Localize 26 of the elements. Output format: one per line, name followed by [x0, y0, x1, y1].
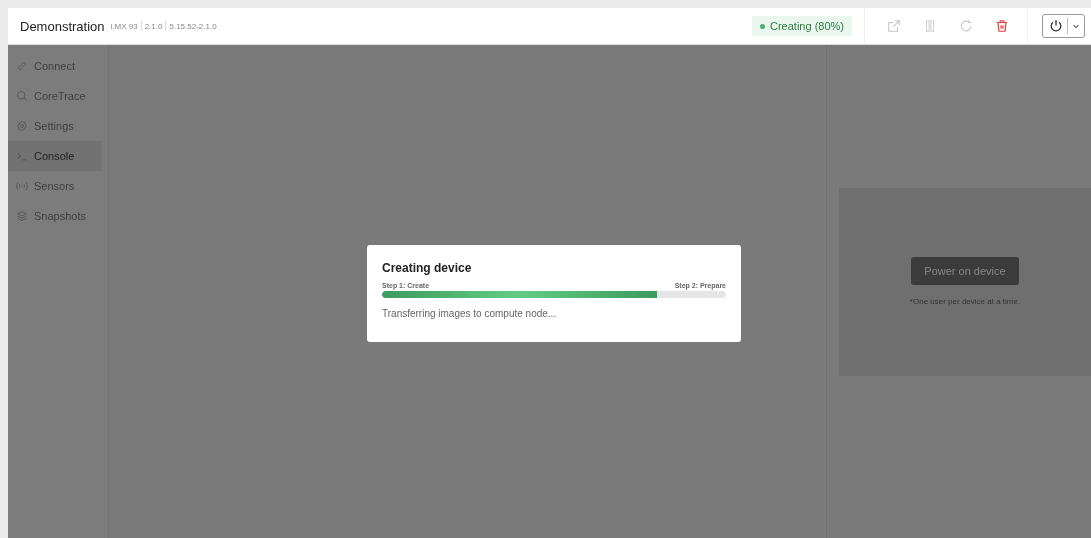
- version-text: 5.15.52-2.1.0: [169, 21, 217, 31]
- caret-icon: [1072, 22, 1080, 30]
- pause-icon[interactable]: [923, 19, 937, 33]
- sidebar-item[interactable]: Snapshots: [8, 201, 102, 231]
- sidebar-item[interactable]: Settings: [8, 111, 102, 141]
- signal-icon: [16, 180, 28, 192]
- stack-icon: [16, 210, 28, 222]
- sidebar-item[interactable]: Sensors: [8, 171, 102, 201]
- progress-message: Transferring images to compute node...: [382, 308, 558, 319]
- power-icon: [1049, 19, 1063, 33]
- version-text: i.MX 93: [110, 21, 138, 31]
- refresh-icon[interactable]: [959, 19, 973, 33]
- version-text: 2.1.0: [144, 21, 163, 31]
- power-split-button[interactable]: [1042, 14, 1085, 38]
- dialog-title: Creating device: [382, 261, 473, 275]
- external-link-icon[interactable]: [887, 19, 901, 33]
- link-icon: [16, 60, 28, 72]
- power-on-button[interactable]: Power on device: [911, 257, 1019, 285]
- status-label: Creating (80%): [770, 20, 844, 32]
- sidebar-item[interactable]: CoreTrace: [8, 81, 102, 111]
- sidebar-item[interactable]: Connect: [8, 51, 102, 81]
- search-icon: [16, 90, 28, 102]
- sidebar-item[interactable]: Console: [8, 141, 102, 171]
- trash-icon[interactable]: [995, 19, 1009, 33]
- device-title: Demonstration: [20, 18, 105, 34]
- settings-icon: [16, 120, 28, 132]
